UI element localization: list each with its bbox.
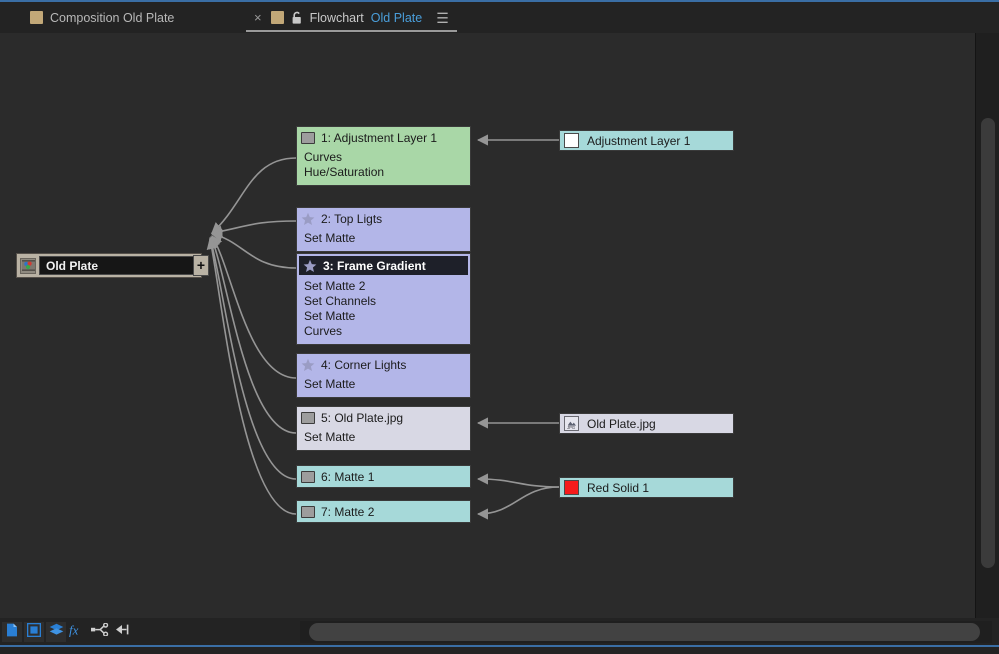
layer-node-effects: Set Matte [297, 428, 470, 450]
shape-star-icon [303, 259, 317, 273]
layer-node-6[interactable]: 6: Matte 1 [296, 465, 471, 488]
effect-item[interactable]: Curves [304, 150, 463, 165]
lock-icon[interactable] [291, 11, 303, 25]
layer-node-label: 3: Frame Gradient [323, 258, 426, 273]
layer-node-label: 1: Adjustment Layer 1 [321, 130, 438, 145]
close-icon[interactable]: × [254, 11, 262, 24]
composition-swatch-icon [30, 11, 43, 24]
layer-node-label: 7: Matte 2 [321, 504, 375, 519]
layer-node-label: 2: Top Ligts [321, 211, 383, 226]
layer-node-title[interactable]: 4: Corner Lights [297, 354, 470, 375]
layer-node-title[interactable]: 6: Matte 1 [297, 466, 470, 487]
show-layers-button[interactable] [46, 622, 66, 642]
effect-item[interactable]: Hue/Saturation [304, 165, 463, 180]
shape-star-icon [301, 358, 315, 372]
layer-node-label: 6: Matte 1 [321, 469, 375, 484]
flowchart-panel: Composition Old Plate × Flowchart Old Pl… [0, 0, 999, 654]
composition-swatch-icon [270, 11, 284, 24]
panel-menu-icon[interactable]: ☰ [436, 11, 449, 25]
source-node[interactable]: Red Solid 1 [559, 477, 734, 498]
tab-label: Composition Old Plate [50, 10, 175, 25]
svg-text:JPG: JPG [567, 425, 575, 430]
source-node-label: Red Solid 1 [587, 480, 650, 495]
show-solids-button[interactable] [24, 622, 44, 642]
composition-name-field[interactable]: Old Plate [39, 256, 199, 275]
source-node[interactable]: JPG Old Plate.jpg [559, 413, 734, 434]
layer-node-title[interactable]: 5: Old Plate.jpg [297, 407, 470, 428]
svg-text:fx: fx [69, 623, 79, 637]
tab-bar: Composition Old Plate × Flowchart Old Pl… [0, 2, 999, 33]
layer-node-7[interactable]: 7: Matte 2 [296, 500, 471, 523]
tab-composition-old-plate[interactable]: Composition Old Plate [22, 2, 182, 33]
tab-label-prefix: Flowchart [309, 10, 364, 25]
vertical-scrollbar[interactable] [975, 33, 999, 618]
layer-square-icon [301, 505, 315, 518]
layer-square-icon [301, 470, 315, 483]
tab-flowchart-old-plate[interactable]: × Flowchart Old Plate ☰ [246, 2, 457, 33]
layer-node-label: 5: Old Plate.jpg [321, 410, 404, 425]
white-solid-swatch-icon [564, 133, 579, 148]
layer-node-effects: Set Matte [297, 375, 470, 397]
connector-wires [206, 134, 560, 520]
effect-item[interactable]: Set Matte [304, 377, 463, 392]
effect-item[interactable]: Set Matte [304, 430, 463, 445]
layer-node-title[interactable]: 3: Frame Gradient [299, 256, 468, 275]
vertical-scrollbar-thumb[interactable] [981, 118, 995, 568]
straight-lines-button[interactable] [90, 622, 110, 642]
layer-node-title[interactable]: 7: Matte 2 [297, 501, 470, 522]
tab-label-comp-name: Old Plate [370, 10, 423, 25]
layer-node-effects: Set Matte [297, 229, 470, 251]
horizontal-scrollbar-thumb[interactable] [309, 623, 980, 641]
left-arrow-icon [114, 623, 130, 641]
jpeg-file-icon: JPG [564, 416, 579, 431]
layer-node-1[interactable]: 1: Adjustment Layer 1 Curves Hue/Saturatio… [296, 126, 471, 186]
effect-item[interactable]: Set Matte [304, 231, 463, 246]
source-node[interactable]: Adjustment Layer 1 [559, 130, 734, 151]
layer-square-icon [301, 131, 315, 144]
source-node-label: Old Plate.jpg [587, 416, 656, 431]
layer-node-effects: Set Matte 2 Set Channels Set Matte Curves [297, 277, 470, 344]
effect-item[interactable]: Set Channels [304, 294, 463, 309]
show-compositions-button[interactable] [2, 622, 22, 642]
layer-node-2[interactable]: 2: Top Ligts Set Matte [296, 207, 471, 252]
layer-node-3[interactable]: 3: Frame Gradient Set Matte 2 Set Channels… [296, 253, 471, 345]
layer-node-4[interactable]: 4: Corner Lights Set Matte [296, 353, 471, 398]
effect-item[interactable]: Set Matte 2 [304, 279, 463, 294]
layers-icon [49, 623, 64, 641]
expand-composition-button[interactable]: + [193, 255, 209, 276]
node-link-icon [91, 622, 109, 641]
effect-item[interactable]: Set Matte [304, 309, 463, 324]
red-solid-swatch-icon [564, 480, 579, 495]
show-effects-button[interactable]: fx [68, 622, 88, 642]
source-node-label: Adjustment Layer 1 [587, 133, 691, 148]
flowchart-toolbar: fx [2, 622, 134, 642]
fx-icon: fx [69, 622, 87, 642]
layer-node-5[interactable]: 5: Old Plate.jpg Set Matte [296, 406, 471, 451]
flow-direction-button[interactable] [112, 622, 132, 642]
layer-node-label: 4: Corner Lights [321, 357, 407, 372]
layer-node-title[interactable]: 1: Adjustment Layer 1 [297, 127, 470, 148]
layer-square-icon [301, 411, 315, 424]
composition-thumbnail-icon [20, 257, 36, 274]
effect-item[interactable]: Curves [304, 324, 463, 339]
solid-square-icon [26, 622, 42, 642]
composition-node-old-plate[interactable]: Old Plate [16, 253, 202, 278]
layer-node-title[interactable]: 2: Top Ligts [297, 208, 470, 229]
flowchart-canvas[interactable]: Old Plate + 1: Adjustment Layer 1 Curves H… [0, 33, 975, 618]
page-icon [6, 623, 18, 642]
bottom-accent-line [0, 645, 999, 647]
shape-star-icon [301, 212, 315, 226]
layer-node-effects: Curves Hue/Saturation [297, 148, 470, 185]
